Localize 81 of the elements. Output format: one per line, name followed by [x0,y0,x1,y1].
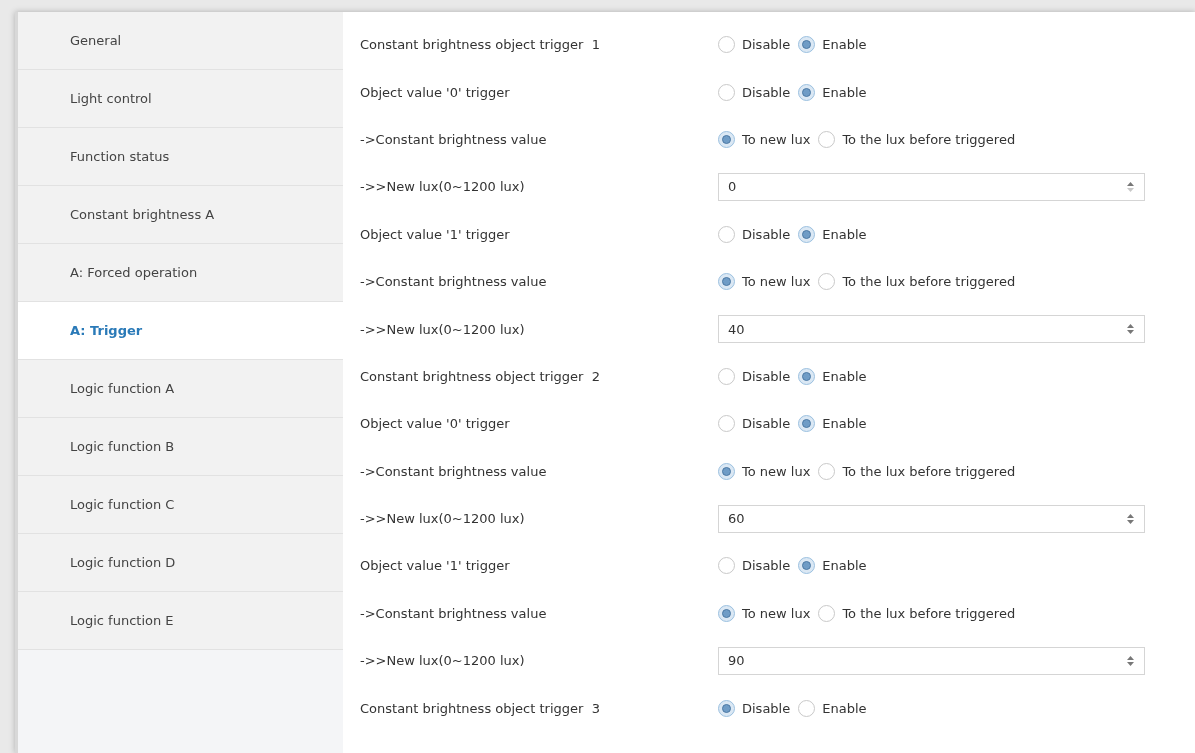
radio-option[interactable]: Disable [718,36,791,54]
down-arrow-icon[interactable] [1127,519,1134,524]
radio-button[interactable] [818,604,836,622]
radio-option[interactable]: Enable [798,83,867,101]
radio-button[interactable] [718,415,735,433]
sidebar-item[interactable]: Light control [18,70,343,128]
radio-option[interactable]: Disable [718,83,791,101]
radio-button[interactable] [718,699,735,717]
parameter-label: Object value '0' trigger [360,84,511,100]
radio-button[interactable] [798,225,816,243]
radio-button[interactable] [718,367,735,385]
sidebar-item[interactable]: Function status [18,128,343,186]
radio-option[interactable]: Enable [798,415,867,433]
sidebar-item[interactable]: General [18,12,343,70]
parameter-label: ->Constant brightness value [360,131,548,147]
radio-option[interactable]: To the lux before triggered [818,604,1016,622]
parameter-label: ->Constant brightness value [360,605,548,621]
number-field[interactable]: 60 [718,504,1145,533]
parameter-label: ->>New lux(0~1200 lux) [360,653,526,669]
parameter-label: Constant brightness object trigger 3 [360,700,601,716]
sidebar-item[interactable]: Logic function C [18,476,343,534]
radio-button[interactable] [798,367,816,385]
up-arrow-icon[interactable] [1127,324,1134,329]
parameter-label: Object value '1' trigger [360,558,511,574]
radio-option[interactable]: To the lux before triggered [818,130,1016,148]
radio-button[interactable] [718,83,735,101]
up-arrow-icon[interactable] [1127,655,1134,660]
radio-button[interactable] [818,273,836,291]
radio-option[interactable]: To new lux [718,604,811,622]
radio-button[interactable] [818,462,836,480]
radio-option[interactable]: To the lux before triggered [818,462,1016,480]
sidebar-item[interactable]: Logic function E [18,592,343,650]
parameter-label: Constant brightness object trigger 1 [360,37,601,53]
radio-option[interactable]: To new lux [718,462,811,480]
sidebar-item[interactable]: Logic function A [18,360,343,418]
parameter-label: ->>New lux(0~1200 lux) [360,511,526,527]
down-arrow-icon[interactable] [1127,661,1134,666]
sidebar-item[interactable]: Logic function D [18,534,343,592]
radio-option[interactable]: To new lux [718,273,811,291]
up-arrow-icon[interactable] [1127,513,1134,518]
radio-option[interactable]: Disable [718,367,791,385]
parameter-label: ->Constant brightness value [360,274,548,290]
radio-button[interactable] [798,699,816,717]
radio-button[interactable] [718,225,735,243]
number-field[interactable]: 90 [718,646,1145,675]
radio-option[interactable]: Enable [798,367,867,385]
radio-button[interactable] [798,557,816,575]
radio-button[interactable] [718,36,735,54]
radio-button[interactable] [798,83,816,101]
number-field[interactable]: 40 [718,315,1145,344]
radio-option[interactable]: Disable [718,699,791,717]
sidebar-item[interactable]: Constant brightness A [18,186,343,244]
parameter-label: Object value '1' trigger [360,226,511,242]
parameter-label: Object value '0' trigger [360,416,511,432]
radio-button[interactable] [798,36,816,54]
radio-button[interactable] [718,273,735,291]
parameter-label: ->Constant brightness value [360,463,548,479]
radio-option[interactable]: Enable [798,225,867,243]
radio-button[interactable] [818,130,836,148]
radio-button[interactable] [718,604,735,622]
down-arrow-icon[interactable] [1127,330,1134,335]
radio-button[interactable] [718,130,735,148]
number-field[interactable]: 0 [718,172,1145,201]
radio-option[interactable]: Enable [798,36,867,54]
up-arrow-icon[interactable] [1127,181,1134,186]
sidebar-item[interactable]: A: Trigger [18,302,344,360]
radio-option[interactable]: To the lux before triggered [818,273,1016,291]
radio-button[interactable] [798,415,816,433]
radio-button[interactable] [718,462,735,480]
radio-button[interactable] [718,557,735,575]
radio-option[interactable]: Disable [718,225,791,243]
radio-option[interactable]: Disable [718,557,791,575]
parameter-label: Constant brightness object trigger 2 [360,368,601,384]
radio-option[interactable]: Disable [718,415,791,433]
sidebar-item[interactable]: A: Forced operation [18,244,343,302]
radio-option[interactable]: To new lux [718,130,811,148]
parameter-label: ->>New lux(0~1200 lux) [360,179,526,195]
sidebar-item[interactable]: Logic function B [18,418,343,476]
radio-option[interactable]: Enable [798,699,867,717]
radio-option[interactable]: Enable [798,557,867,575]
parameter-label: ->>New lux(0~1200 lux) [360,321,526,337]
